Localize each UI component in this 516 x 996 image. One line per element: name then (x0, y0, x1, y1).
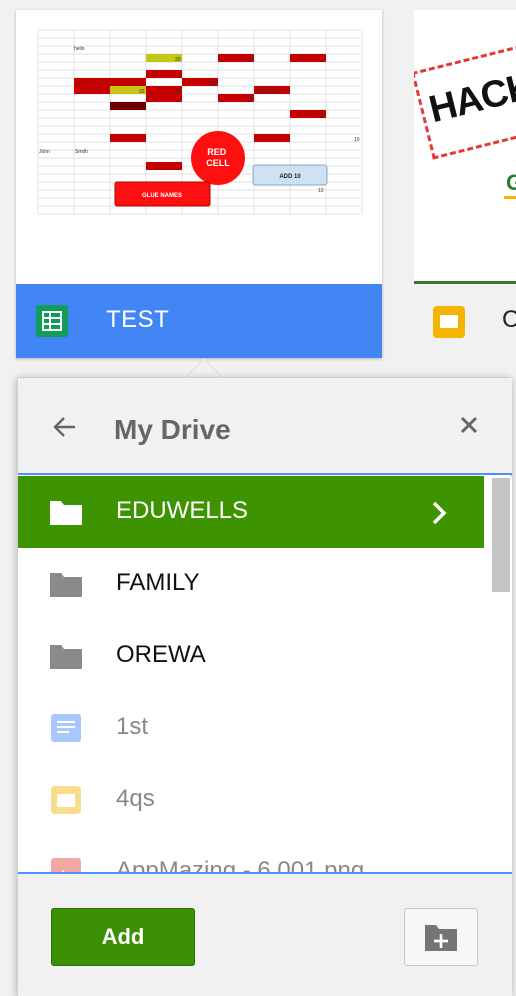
folder-icon (50, 573, 82, 597)
thumb-cell-60: 60 (247, 57, 253, 63)
sheets-icon (36, 305, 68, 337)
file-card-footer[interactable]: TEST (16, 284, 382, 358)
folder-icon (50, 645, 82, 669)
thumb-last-name: Smith (75, 149, 88, 155)
file-label: 1st (116, 713, 149, 740)
arrow-left-icon[interactable] (52, 414, 78, 440)
dialog-header: My Drive (18, 378, 512, 475)
new-folder-button[interactable] (404, 908, 478, 966)
thumb-cell-hello101010: hello101010 (256, 89, 283, 95)
thumb-red-cell-label: RED CELL (206, 147, 230, 168)
dialog-title: My Drive (114, 414, 231, 445)
folder-row-orewa[interactable]: OREWA (18, 620, 484, 692)
thumb-banner-text: HACKI (425, 62, 516, 132)
file-card-second[interactable]: HACKI G C (414, 10, 516, 358)
dialog-footer: Add (18, 872, 512, 996)
thumb-cell-30b: 30 (318, 113, 324, 119)
scrollbar-thumb[interactable] (492, 478, 510, 592)
thumb-cell-10b: 10 (354, 137, 360, 143)
file-card-title: TEST (106, 306, 170, 333)
file-row-4qs[interactable]: 4qs (18, 764, 484, 836)
slides-icon (433, 306, 465, 338)
thumb-cell-32a: 32 (139, 89, 145, 95)
move-to-dialog: My Drive EDUWELLS FAMILY OREWA 1st 4qs A… (17, 377, 512, 996)
thumb-cell-100: 100 (208, 81, 217, 87)
chevron-right-icon[interactable] (430, 500, 448, 526)
thumb-first-name: John (39, 149, 50, 155)
thumb-cell-32b: 32 (175, 89, 181, 95)
add-button[interactable]: Add (51, 908, 195, 966)
thumb-cell-10c: 10 (318, 188, 324, 194)
folder-label: EDUWELLS (116, 497, 249, 524)
thumb-cell-10a: 10 (247, 97, 253, 103)
file-card-footer[interactable]: C (414, 284, 516, 358)
thumb-text-hello: hello (74, 46, 85, 52)
thumb-underline (504, 196, 516, 199)
docs-icon (51, 714, 81, 742)
folder-label: FAMILY (116, 569, 200, 596)
dialog-pointer-inner (186, 360, 222, 378)
new-folder-icon (425, 925, 457, 951)
close-icon[interactable] (456, 412, 482, 438)
slides-icon (51, 786, 81, 814)
file-label: AppMazing - 6.001.png (116, 857, 365, 872)
file-row-1st[interactable]: 1st (18, 692, 484, 764)
slides-thumbnail: HACKI G (414, 10, 516, 284)
image-icon (51, 858, 81, 872)
folder-row-family[interactable]: FAMILY (18, 548, 484, 620)
thumb-add-10-label: ADD 10 (279, 174, 301, 180)
thumb-glue-names-label: GLUE NAMES (142, 193, 182, 199)
thumb-letter: G (506, 170, 516, 196)
folder-list[interactable]: EDUWELLS FAMILY OREWA 1st 4qs AppMazing … (18, 476, 512, 872)
file-row-appmazing[interactable]: AppMazing - 6.001.png (18, 836, 484, 872)
spreadsheet-thumbnail: hello 30 60 32 32 100 hello101010 10 30 … (16, 10, 382, 284)
thumb-banner: HACKI (414, 38, 516, 160)
folder-icon (50, 501, 82, 525)
thumb-cell-30a: 30 (175, 57, 181, 63)
folder-label: OREWA (116, 641, 206, 668)
file-card-title: C (502, 306, 516, 333)
file-card-test[interactable]: hello 30 60 32 32 100 hello101010 10 30 … (16, 10, 382, 358)
file-label: 4qs (116, 785, 155, 812)
folder-row-eduwells[interactable]: EDUWELLS (18, 476, 484, 548)
